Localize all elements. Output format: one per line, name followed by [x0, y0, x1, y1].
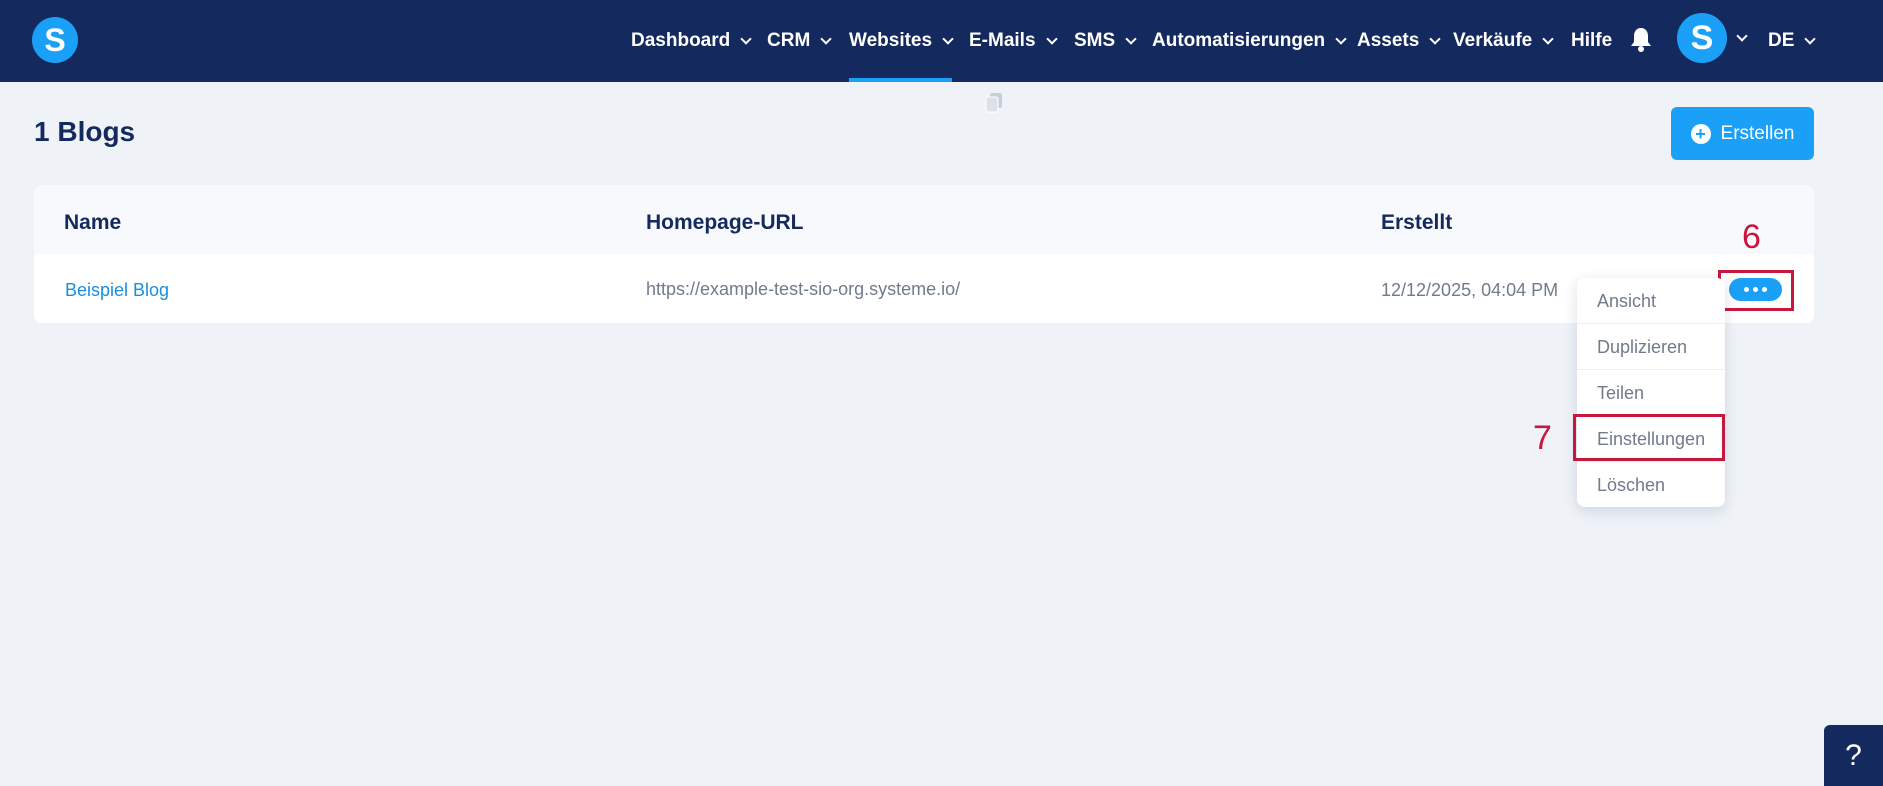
chevron-down-icon	[1804, 32, 1817, 45]
nav-crm-label: CRM	[767, 30, 811, 51]
header-name[interactable]: Name	[64, 211, 121, 235]
actions-dropdown-menu: Ansicht Duplizieren Teilen Einstellungen…	[1577, 278, 1725, 507]
chevron-down-icon	[820, 32, 832, 45]
chevron-down-icon[interactable]	[1736, 30, 1748, 42]
nav-websites-label: Websites	[849, 30, 933, 51]
systeme-logo[interactable]: S	[32, 17, 78, 63]
table-header: Name Homepage-URL Erstellt	[34, 185, 1814, 254]
nav-dashboard[interactable]: Dashboard	[631, 0, 752, 82]
language-selector[interactable]: DE	[1768, 0, 1817, 82]
plus-circle-icon: +	[1690, 123, 1711, 144]
nav-verkaeufe[interactable]: Verkäufe	[1453, 0, 1554, 82]
create-button[interactable]: + Erstellen	[1671, 107, 1814, 160]
nav-hilfe[interactable]: Hilfe	[1571, 0, 1612, 82]
chevron-down-icon	[1045, 32, 1058, 45]
nav-assets-label: Assets	[1357, 30, 1420, 51]
nav-websites[interactable]: Websites	[849, 0, 954, 82]
blog-created-date: 12/12/2025, 04:04 PM	[1381, 280, 1559, 300]
page-title: 1 Blogs	[34, 116, 136, 147]
chevron-down-icon	[1125, 32, 1137, 45]
nav-emails[interactable]: E-Mails	[969, 0, 1058, 82]
nav-hilfe-label: Hilfe	[1571, 30, 1613, 51]
top-navigation-bar: S Dashboard CRM Websites E-Mails SMS Aut…	[0, 0, 1883, 82]
header-created[interactable]: Erstellt	[1381, 211, 1452, 235]
nav-automatisierungen-label: Automatisierungen	[1152, 30, 1326, 51]
nav-assets[interactable]: Assets	[1357, 0, 1441, 82]
nav-crm[interactable]: CRM	[767, 0, 832, 82]
step-7-highlight	[1573, 414, 1725, 461]
nav-sms[interactable]: SMS	[1074, 0, 1137, 82]
nav-sms-label: SMS	[1074, 30, 1116, 51]
blog-name-link[interactable]: Beispiel Blog	[65, 280, 169, 301]
chevron-down-icon	[740, 32, 752, 45]
nav-automatisierungen[interactable]: Automatisierungen	[1152, 0, 1347, 82]
menu-item-duplizieren[interactable]: Duplizieren	[1577, 324, 1725, 370]
copy-icon[interactable]	[985, 93, 1003, 113]
language-label: DE	[1768, 30, 1795, 51]
bell-icon[interactable]	[1630, 26, 1652, 52]
step-6-label: 6	[1742, 218, 1761, 256]
blogs-table: Name Homepage-URL Erstellt Beispiel Blog…	[34, 185, 1814, 323]
nav-dashboard-label: Dashboard	[631, 30, 731, 51]
menu-item-loeschen[interactable]: Löschen	[1577, 462, 1725, 508]
nav-verkaeufe-label: Verkäufe	[1453, 30, 1533, 51]
chevron-down-icon	[1335, 32, 1347, 45]
nav-emails-label: E-Mails	[969, 30, 1036, 51]
header-homepage-url: Homepage-URL	[646, 211, 804, 234]
menu-item-teilen[interactable]: Teilen	[1577, 370, 1725, 416]
chevron-down-icon	[1429, 32, 1441, 45]
chevron-down-icon	[1542, 32, 1554, 45]
step-7-label: 7	[1533, 419, 1552, 457]
blog-homepage-url: https://example-test-sio-org.systeme.io/	[646, 279, 961, 299]
step-6-highlight	[1718, 270, 1794, 311]
chevron-down-icon	[942, 32, 954, 45]
user-avatar[interactable]: S	[1677, 13, 1727, 63]
help-button[interactable]: ?	[1824, 725, 1883, 786]
create-button-label: Erstellen	[1720, 122, 1795, 144]
menu-item-ansicht[interactable]: Ansicht	[1577, 278, 1725, 324]
